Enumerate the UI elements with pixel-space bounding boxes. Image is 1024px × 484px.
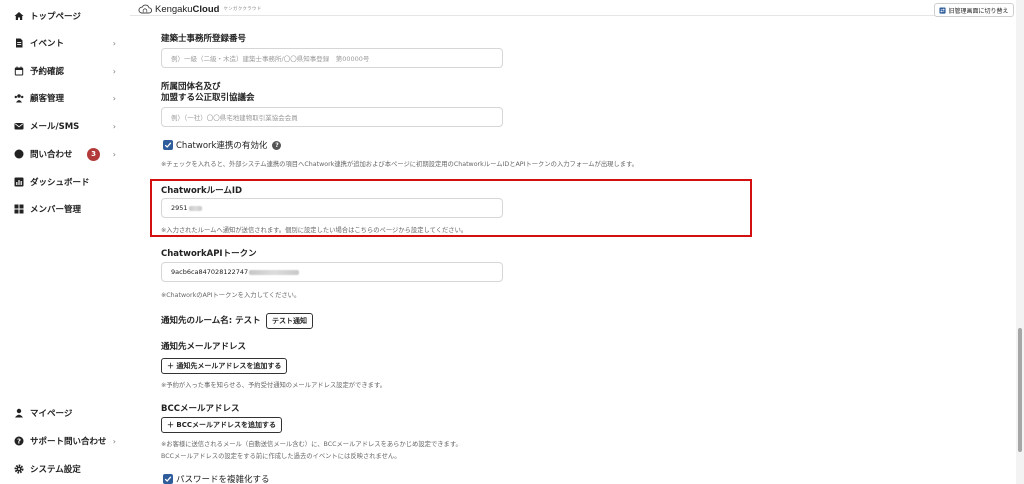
app-logo[interactable]: KengakuCloud ケンガククラウド — [138, 3, 262, 15]
registration-number-label: 建築士事務所登録番号 — [161, 34, 247, 44]
sidebar: トップページ イベント › 予約確認 › 顧客管理 › メール/SMS › 問い… — [0, 0, 130, 484]
bcc-email-help-line2: BCCメールアドレスの設定をする前に作成した過去のイベントには反映されません。 — [161, 453, 401, 460]
sidebar-item-label: トップページ — [30, 12, 81, 22]
notify-room-label: 通知先のルーム名: テスト — [161, 316, 261, 326]
api-token-help: ※ChatworkのAPIトークンを入力してください。 — [161, 292, 301, 299]
redacted-value — [249, 269, 300, 275]
sidebar-item-label: サポート問い合わせ — [30, 437, 107, 447]
sidebar-item-label: システム設定 — [30, 465, 81, 475]
chevron-right-icon: › — [112, 38, 116, 48]
switch-legacy-admin-button[interactable]: 旧管理画面に切り替え — [934, 3, 1014, 17]
logo-text: KengakuCloud — [155, 3, 220, 15]
sidebar-item-event[interactable]: イベント › — [14, 35, 124, 51]
room-id-input[interactable]: 2951 — [161, 198, 503, 218]
sidebar-item-label: 予約確認 — [30, 67, 65, 77]
calendar-icon — [14, 66, 24, 76]
api-token-input[interactable]: 9acb6ca847028122747 — [161, 262, 503, 282]
add-bcc-email-button[interactable]: ＋ BCCメールアドレスを追加する — [161, 417, 283, 433]
sidebar-item-inquiries[interactable]: 問い合わせ 3 › — [14, 146, 124, 162]
sidebar-item-label: イベント — [30, 39, 65, 49]
chevron-right-icon: › — [112, 121, 116, 131]
help-question-icon[interactable]: ? — [272, 140, 282, 150]
sidebar-item-label: 問い合わせ — [30, 150, 73, 160]
notify-email-help: ※予約が入った事を知らせる、予約受付通知のメールアドレス設定ができます。 — [161, 382, 386, 389]
sidebar-item-members[interactable]: メンバー管理 — [14, 201, 124, 217]
header-divider — [130, 15, 1010, 16]
association-input[interactable]: 例）（一社）〇〇県宅地建物取引業協会会員 — [161, 107, 503, 127]
registration-number-input[interactable]: 例）一級（二級・木造）建築士事務所/〇〇県知事登録 第00000号 — [161, 48, 503, 68]
sidebar-item-top-page[interactable]: トップページ — [14, 8, 124, 24]
unread-count-badge: 3 — [87, 147, 100, 161]
room-id-label: ChatworkルームID — [161, 186, 243, 196]
chat-icon — [14, 149, 24, 159]
checkmark-icon — [164, 476, 172, 482]
chatwork-enable-help: ※チェックを入れると、外部システム連携の項目へChatwork連携が追加および本… — [161, 161, 638, 168]
help-icon: ? — [14, 436, 24, 446]
sidebar-item-label: メール/SMS — [30, 122, 80, 132]
room-id-help: ※入力されたルームへ通知が送信されます。個別に設定したい場合はこちらのページから… — [161, 227, 468, 234]
api-token-label: ChatworkAPIトークン — [161, 249, 257, 259]
chevron-right-icon: › — [112, 436, 116, 446]
logo-subtitle: ケンガククラウド — [223, 7, 262, 12]
password-complexity-checkbox[interactable] — [163, 474, 173, 484]
bcc-email-help-line1: ※お客様に送信されるメール（自動送信メール含む）に、BCCメールアドレスをあらか… — [161, 441, 462, 448]
person-icon — [14, 408, 24, 418]
notify-email-label: 通知先メールアドレス — [161, 342, 247, 352]
users-icon — [14, 93, 24, 103]
test-notify-button[interactable]: テスト通知 — [266, 313, 313, 329]
chart-icon — [14, 177, 24, 187]
chatwork-enable-checkbox[interactable] — [163, 140, 173, 150]
redacted-value — [188, 205, 202, 211]
gear-icon — [14, 464, 24, 474]
chevron-right-icon: › — [112, 93, 116, 103]
scrollbar-thumb[interactable] — [1018, 328, 1022, 452]
sidebar-item-label: 顧客管理 — [30, 94, 65, 104]
association-label-line1: 所属団体名及び — [161, 82, 221, 92]
sidebar-item-customers[interactable]: 顧客管理 › — [14, 90, 124, 106]
chevron-right-icon: › — [112, 149, 116, 159]
sidebar-item-label: メンバー管理 — [30, 205, 82, 215]
grid-icon — [14, 204, 24, 214]
mail-icon — [14, 121, 24, 131]
vertical-scrollbar[interactable] — [1016, 0, 1024, 484]
cloud-logo-icon — [138, 4, 152, 14]
add-notify-email-button[interactable]: ＋ 通知先メールアドレスを追加する — [161, 358, 288, 374]
checkmark-icon — [164, 142, 172, 148]
sidebar-item-dashboard[interactable]: ダッシュボード — [14, 174, 124, 190]
document-icon — [14, 38, 24, 48]
switch-icon — [939, 6, 947, 14]
chatwork-enable-label: Chatwork連携の有効化 ? — [176, 139, 282, 151]
chevron-right-icon: › — [112, 66, 116, 76]
password-complexity-label: パスワードを複雑化する — [176, 475, 270, 484]
sidebar-item-label: ダッシュボード — [30, 178, 90, 188]
association-label-line2: 加盟する公正取引協議会 — [161, 93, 255, 103]
sidebar-item-label: マイページ — [30, 409, 73, 419]
sidebar-item-support[interactable]: ? サポート問い合わせ › — [14, 433, 124, 449]
svg-text:?: ? — [17, 438, 21, 446]
sidebar-item-my-page[interactable]: マイページ — [14, 405, 124, 421]
main-content: KengakuCloud ケンガククラウド 建築士事務所登録番号 例）一級（二級… — [130, 0, 1010, 484]
bcc-email-label: BCCメールアドレス — [161, 404, 240, 414]
sidebar-item-system-settings[interactable]: システム設定 — [14, 461, 124, 477]
sidebar-item-mail-sms[interactable]: メール/SMS › — [14, 118, 124, 134]
home-icon — [14, 11, 24, 21]
sidebar-item-reservations[interactable]: 予約確認 › — [14, 63, 124, 79]
